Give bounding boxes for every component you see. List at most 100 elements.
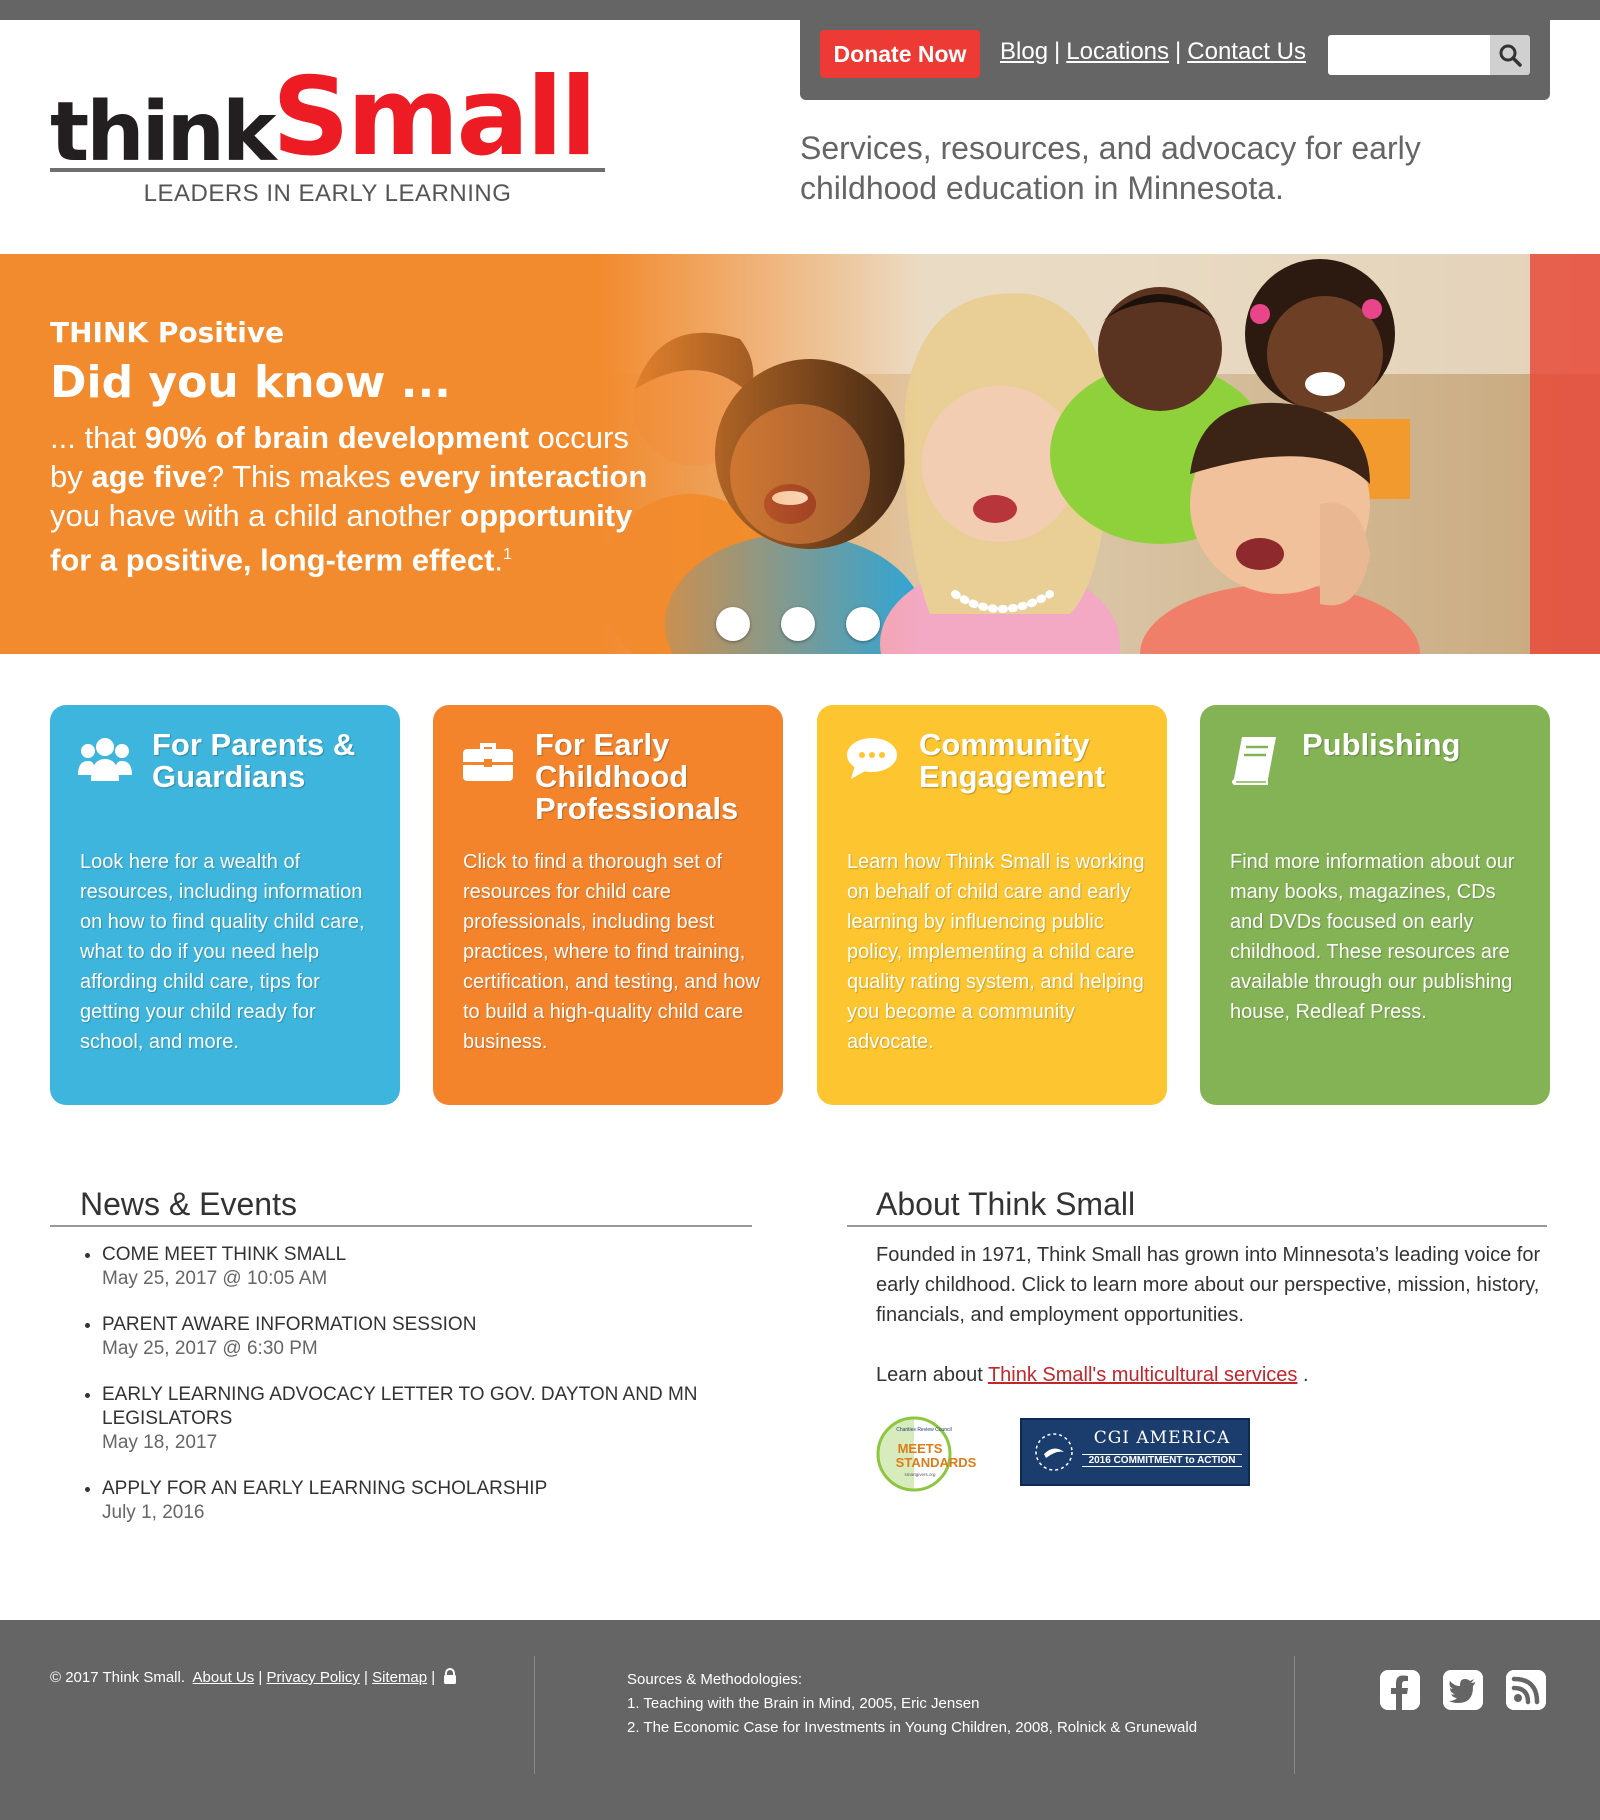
about-heading: About Think Small bbox=[876, 1186, 1136, 1222]
sources-title: Sources & Methodologies: bbox=[627, 1671, 803, 1688]
logo-rule bbox=[50, 168, 605, 172]
news-list: COME MEET THINK SMALLMay 25, 2017 @ 10:0… bbox=[80, 1243, 742, 1547]
news-item-date: May 25, 2017 @ 6:30 PM bbox=[102, 1338, 318, 1359]
hero-body-text: you have with a child another bbox=[50, 498, 461, 533]
news-item-title[interactable]: PARENT AWARE INFORMATION SESSION bbox=[102, 1313, 742, 1337]
source-item: 1. Teaching with the Brain in Mind, 2005… bbox=[627, 1695, 980, 1712]
site-logo[interactable]: think Small LEADERS IN EARLY LEARNING bbox=[50, 62, 610, 212]
hero-body-emphasis: every interaction bbox=[399, 459, 648, 494]
news-item[interactable]: APPLY FOR AN EARLY LEARNING SCHOLARSHIPJ… bbox=[102, 1477, 742, 1525]
news-item-title[interactable]: APPLY FOR AN EARLY LEARNING SCHOLARSHIP bbox=[102, 1477, 742, 1501]
about-learn-prefix: Learn about bbox=[876, 1364, 988, 1386]
hero-kicker: THINK Positive bbox=[50, 316, 285, 349]
copyright: © 2017 Think Small. bbox=[50, 1669, 186, 1686]
card-text: Click to find a thorough set of resource… bbox=[463, 851, 760, 1053]
cgi-logo-icon bbox=[1035, 1433, 1073, 1471]
card-title: For Early Childhood Professionals bbox=[535, 727, 739, 826]
news-rule bbox=[50, 1225, 752, 1227]
logo-tagline: LEADERS IN EARLY LEARNING bbox=[143, 180, 512, 207]
footer-privacy-policy[interactable]: Privacy Policy bbox=[266, 1669, 359, 1686]
meets-standards-badge[interactable]: Charities Review Council MEETS STANDARDS… bbox=[876, 1416, 976, 1492]
cgi-title: CGI AMERICA bbox=[1093, 1428, 1231, 1448]
card-title: Publishing bbox=[1302, 727, 1461, 762]
about-learn: Learn about Think Small's multicultural … bbox=[876, 1360, 1556, 1390]
hero-title: Did you know ... bbox=[50, 357, 451, 408]
hero-body-emphasis: age five bbox=[91, 459, 207, 494]
search-box bbox=[1328, 35, 1531, 75]
chat-bubble-icon bbox=[847, 738, 897, 779]
news-item[interactable]: PARENT AWARE INFORMATION SESSIONMay 25, … bbox=[102, 1313, 742, 1361]
top-bar bbox=[0, 0, 1600, 20]
search-button[interactable] bbox=[1490, 35, 1530, 75]
card-publishing[interactable]: Publishing Find more information about o… bbox=[1200, 705, 1550, 1105]
utility-bar: Donate Now Blog | Locations | Contact Us bbox=[800, 20, 1550, 100]
footer-sitemap[interactable]: Sitemap bbox=[372, 1669, 427, 1686]
multicultural-services-link[interactable]: Think Small's multicultural services bbox=[988, 1364, 1297, 1386]
about-learn-suffix: . bbox=[1297, 1364, 1309, 1386]
facebook-icon[interactable] bbox=[1380, 1670, 1420, 1710]
news-item-date: May 25, 2017 @ 10:05 AM bbox=[102, 1268, 328, 1289]
slider-dot-1[interactable] bbox=[716, 607, 750, 641]
card-community[interactable]: Community Engagement Learn how Think Sma… bbox=[817, 705, 1167, 1105]
news-item[interactable]: COME MEET THINK SMALLMay 25, 2017 @ 10:0… bbox=[102, 1243, 742, 1291]
card-text: Learn how Think Small is working on beha… bbox=[847, 851, 1145, 1053]
site-tagline: Services, resources, and advocacy for ea… bbox=[800, 130, 1421, 206]
card-professionals[interactable]: For Early Childhood Professionals Click … bbox=[433, 705, 783, 1105]
footnote-marker[interactable]: 1 bbox=[503, 546, 512, 563]
site-footer: © 2017 Think Small. About Us | Privacy P… bbox=[0, 1620, 1600, 1820]
footer-separator: | bbox=[364, 1669, 368, 1686]
hero-slider: THINK Positive Did you know ... ... that… bbox=[0, 254, 1600, 654]
footer-legal: © 2017 Think Small. About Us | Privacy P… bbox=[50, 1668, 457, 1686]
badge-url-text: smartgivers.org bbox=[904, 1472, 936, 1477]
briefcase-icon bbox=[463, 743, 513, 781]
about-rule bbox=[847, 1225, 1547, 1227]
hero-body-text: . bbox=[494, 542, 504, 578]
footer-divider bbox=[534, 1656, 535, 1774]
search-input[interactable] bbox=[1328, 35, 1490, 75]
nav-locations[interactable]: Locations bbox=[1066, 38, 1169, 65]
badge-org-text: Charities Review Council bbox=[896, 1427, 952, 1433]
nav-separator: | bbox=[1175, 38, 1182, 65]
about-text: Founded in 1971, Think Small has grown i… bbox=[876, 1244, 1541, 1326]
lock-icon[interactable] bbox=[443, 1668, 457, 1684]
cgi-subtitle: 2016 COMMITMENT to ACTION bbox=[1082, 1454, 1242, 1467]
news-item-date: July 1, 2016 bbox=[102, 1502, 205, 1523]
slider-dot-2[interactable] bbox=[781, 607, 815, 641]
news-item-title[interactable]: EARLY LEARNING ADVOCACY LETTER TO GOV. D… bbox=[102, 1383, 742, 1431]
news-item-title[interactable]: COME MEET THINK SMALL bbox=[102, 1243, 742, 1267]
hero-text: THINK Positive Did you know ... ... that… bbox=[50, 316, 650, 579]
logo-think: think bbox=[50, 85, 277, 180]
card-title: For Parents & Guardians bbox=[152, 727, 356, 794]
search-icon bbox=[1499, 44, 1522, 67]
logo-small: Small bbox=[272, 55, 597, 180]
footer-divider bbox=[1294, 1656, 1295, 1774]
news-item[interactable]: EARLY LEARNING ADVOCACY LETTER TO GOV. D… bbox=[102, 1383, 742, 1455]
badge-meets-text: MEETS bbox=[898, 1441, 943, 1456]
footer-separator: | bbox=[431, 1669, 436, 1686]
nav-separator: | bbox=[1054, 38, 1061, 65]
card-text: Look here for a wealth of resources, inc… bbox=[80, 851, 365, 1053]
source-item: 2. The Economic Case for Investments in … bbox=[627, 1719, 1198, 1736]
users-icon bbox=[78, 738, 132, 781]
hero-body-text: ? This makes bbox=[206, 459, 400, 494]
rss-icon[interactable] bbox=[1506, 1670, 1546, 1710]
slider-dot-3[interactable] bbox=[846, 607, 880, 641]
donate-button[interactable]: Donate Now bbox=[820, 30, 980, 78]
card-parents[interactable]: For Parents & Guardians Look here for a … bbox=[50, 705, 400, 1105]
footer-separator: | bbox=[258, 1669, 263, 1686]
news-heading: News & Events bbox=[80, 1186, 297, 1222]
footer-about-us[interactable]: About Us bbox=[193, 1669, 255, 1686]
card-title: Community Engagement bbox=[919, 727, 1106, 794]
badge-standards-text: STANDARDS bbox=[896, 1455, 976, 1470]
utility-nav: Blog | Locations | Contact Us bbox=[1000, 38, 1306, 66]
card-text: Find more information about our many boo… bbox=[1230, 851, 1515, 1023]
nav-contact-us[interactable]: Contact Us bbox=[1187, 38, 1306, 65]
cgi-america-badge[interactable]: CGI AMERICA 2016 COMMITMENT to ACTION bbox=[1020, 1418, 1250, 1486]
hero-body-emphasis: 90% of brain development bbox=[144, 420, 529, 455]
twitter-icon[interactable] bbox=[1443, 1670, 1483, 1710]
book-icon bbox=[1232, 737, 1276, 785]
hero-body-text: ... that bbox=[50, 420, 145, 455]
nav-blog[interactable]: Blog bbox=[1000, 38, 1048, 65]
hero-body: ... that 90% of brain development occurs… bbox=[50, 418, 650, 579]
footer-sources: Sources & Methodologies: 1. Teaching wit… bbox=[627, 1668, 1197, 1740]
